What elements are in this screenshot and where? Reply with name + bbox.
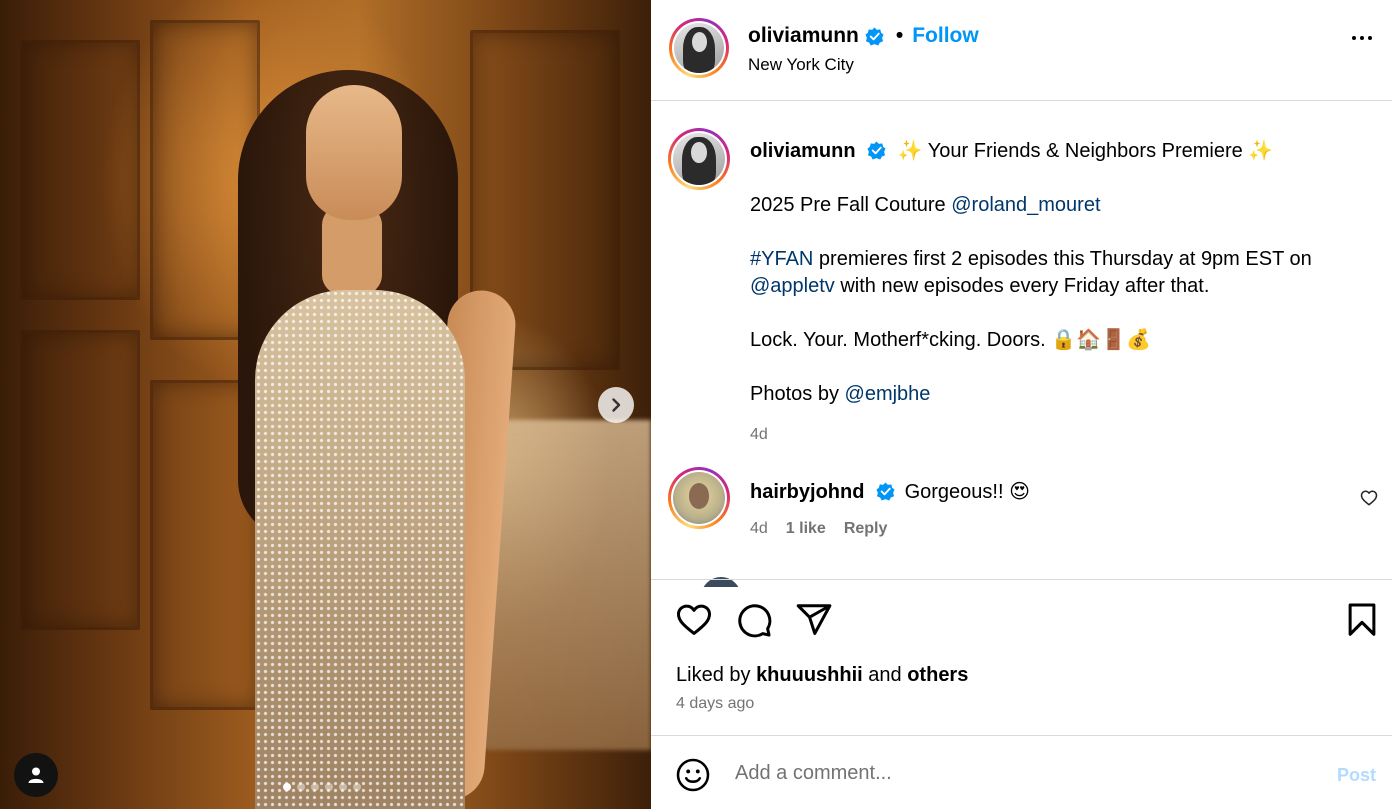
reply-button[interactable]: Reply [844, 520, 888, 538]
liked-by-summary: Liked by khuuushhii and others [676, 664, 968, 687]
comment-text: Gorgeous!! 😍 [904, 481, 1030, 503]
verified-badge-icon [867, 141, 886, 160]
post-date[interactable]: 4 days ago [676, 695, 754, 713]
share-button[interactable] [795, 601, 833, 644]
tagged-users-button[interactable] [14, 753, 58, 797]
author-username[interactable]: oliviamunn [748, 24, 859, 48]
caption-title: ✨ Your Friends & Neighbors Premiere ✨ [897, 140, 1274, 162]
commenter-avatar[interactable] [668, 467, 730, 529]
next-slide-button[interactable] [598, 387, 634, 423]
mention-link[interactable]: @appletv [750, 275, 835, 297]
post-actions: Liked by khuuushhii and others 4 days ag… [651, 579, 1392, 735]
comment-timestamp[interactable]: 4d [750, 520, 768, 538]
caption-author-avatar[interactable] [668, 128, 730, 190]
carousel-dot [353, 783, 361, 791]
caption-text: premieres first 2 episodes this Thursday… [813, 248, 1312, 270]
caption-text: Lock. Your. Motherf*cking. Doors. 🔒🏠🚪💰 [750, 329, 1151, 351]
save-button[interactable] [1343, 601, 1381, 644]
send-icon [796, 604, 832, 635]
like-button[interactable] [675, 601, 713, 644]
caption-text: 2025 Pre Fall Couture [750, 194, 952, 216]
liked-by-connector: and [862, 664, 908, 686]
more-dot [1368, 36, 1372, 40]
carousel-dot [311, 783, 319, 791]
post-comment-button[interactable]: Post [1337, 765, 1376, 786]
header-separator: • [895, 24, 904, 47]
author-avatar[interactable] [669, 18, 729, 78]
caption-text: Photos by [750, 383, 845, 405]
comment-composer: Post [651, 735, 1392, 809]
mention-link[interactable]: @emjbhe [845, 383, 931, 405]
more-dot [1360, 36, 1364, 40]
carousel-indicator [283, 783, 361, 791]
person-dress [255, 290, 465, 809]
avatar-image [674, 23, 724, 73]
comment-like-button[interactable] [1360, 489, 1378, 512]
verified-badge-icon [876, 482, 895, 501]
liked-by-others[interactable]: others [907, 664, 968, 686]
avatar-image [673, 133, 725, 185]
wall-panel [20, 330, 140, 630]
comment-input[interactable] [735, 758, 1315, 788]
user-icon [28, 767, 44, 783]
more-options-button[interactable] [1352, 36, 1372, 40]
carousel-dot [325, 783, 333, 791]
sofa [480, 420, 651, 750]
emoji-picker-button[interactable] [675, 757, 711, 798]
post-header: oliviamunn • Follow New York City [651, 0, 1392, 101]
chevron-right-icon [612, 398, 621, 412]
avatar-image [673, 472, 725, 524]
hashtag-link[interactable]: #YFAN [750, 248, 813, 270]
post-location[interactable]: New York City [748, 55, 854, 75]
carousel-dot [339, 783, 347, 791]
caption-text: with new episodes every Friday after tha… [834, 275, 1210, 297]
comment-icon [738, 604, 772, 638]
mention-link[interactable]: @roland_mouret [951, 194, 1100, 216]
person-face [306, 85, 402, 220]
follow-button[interactable]: Follow [912, 24, 979, 48]
comment-item: hairbyjohnd Gorgeous!! 😍 4d 1 like Reply [668, 467, 1378, 587]
commenter-username[interactable]: hairbyjohnd [750, 481, 864, 503]
verified-badge-icon [865, 26, 884, 46]
comment-likes[interactable]: 1 like [786, 520, 826, 538]
carousel-dot [283, 783, 291, 791]
caption-timestamp[interactable]: 4d [750, 421, 1360, 448]
emoji-icon [676, 758, 710, 792]
more-dot [1352, 36, 1356, 40]
heart-icon [1360, 490, 1378, 506]
liked-by-prefix: Liked by [676, 664, 757, 686]
wall-panel [20, 40, 140, 300]
post-sidebar: oliviamunn • Follow New York City olivia… [651, 0, 1392, 809]
caption-author-username[interactable]: oliviamunn [750, 140, 856, 162]
carousel-dot [297, 783, 305, 791]
liked-by-user[interactable]: khuuushhii [756, 664, 863, 686]
bookmark-icon [1348, 603, 1376, 636]
comment-button[interactable] [735, 601, 773, 644]
post-media[interactable] [0, 0, 651, 809]
heart-icon [676, 604, 712, 635]
